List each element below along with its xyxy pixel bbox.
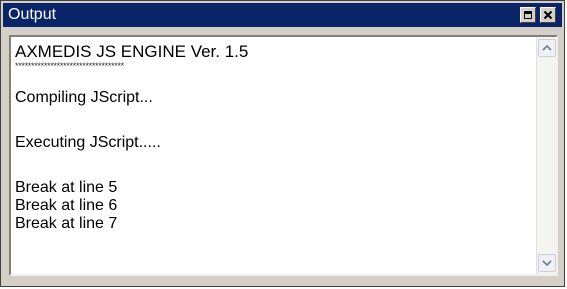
output-window: Output AXMEDIS JS ENGINE Ver. 1.5 ******… [0, 0, 565, 287]
output-line-break: Break at line 5 [15, 179, 118, 196]
chevron-down-icon [542, 260, 552, 267]
close-icon [543, 10, 553, 20]
window-title: Output [8, 6, 57, 23]
output-line-compiling: Compiling JScript... [15, 89, 153, 106]
output-line-break: Break at line 6 [15, 197, 118, 214]
title-bar[interactable]: Output [3, 3, 562, 27]
close-button[interactable] [540, 7, 556, 23]
restore-button[interactable] [520, 7, 536, 23]
output-line-separator: ********************************** [15, 61, 124, 71]
output-line-header: AXMEDIS JS ENGINE Ver. 1.5 [15, 42, 249, 61]
scroll-up-button[interactable] [538, 39, 556, 57]
vertical-scrollbar[interactable] [536, 37, 556, 274]
output-text-area[interactable]: AXMEDIS JS ENGINE Ver. 1.5 *************… [11, 37, 536, 274]
output-line-break: Break at line 7 [15, 215, 118, 232]
chevron-up-icon [542, 44, 552, 51]
output-pane[interactable]: AXMEDIS JS ENGINE Ver. 1.5 *************… [9, 35, 558, 276]
restore-icon [524, 11, 532, 19]
scroll-down-button[interactable] [538, 254, 556, 272]
output-line-executing: Executing JScript..... [15, 134, 161, 151]
